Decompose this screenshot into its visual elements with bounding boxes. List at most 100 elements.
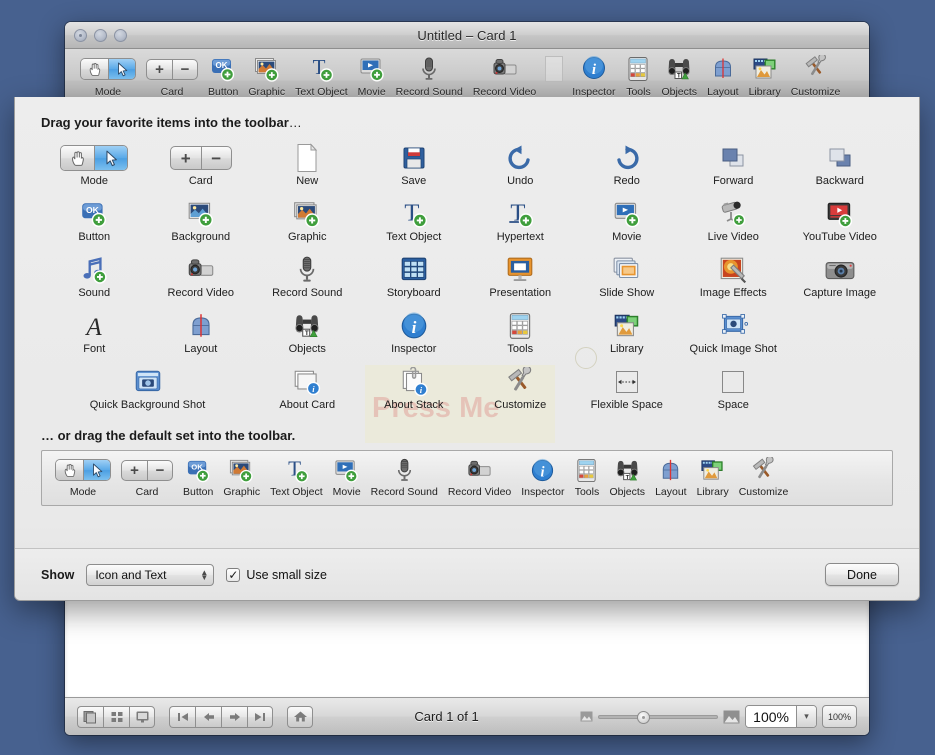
use-small-size-row[interactable]: ✓ Use small size — [226, 567, 327, 582]
palette-item-customize[interactable]: Customize — [467, 366, 574, 414]
palette-item-mode[interactable]: Mode — [41, 142, 148, 190]
toolbar-item-inspector[interactable]: i Inspector — [567, 53, 620, 98]
palette-item-presentation[interactable]: Presentation — [467, 254, 574, 302]
default-item-graphic[interactable]: Graphic — [218, 455, 265, 498]
zoom-slider[interactable] — [598, 710, 719, 724]
zoom-button[interactable] — [114, 29, 127, 42]
palette-item-card[interactable]: + − Card — [148, 142, 255, 190]
palette-item-record-video[interactable]: Record Video — [148, 254, 255, 302]
arrow-cursor-icon[interactable] — [108, 59, 135, 79]
palette-item-library[interactable]: Library — [574, 310, 681, 358]
minus-icon[interactable]: − — [172, 59, 197, 79]
first-card-button[interactable] — [169, 705, 195, 728]
palette-item-inspector[interactable]: i Inspector — [361, 310, 468, 358]
default-item-layout[interactable]: Layout — [650, 455, 692, 498]
hand-cursor-icon[interactable] — [61, 146, 95, 170]
palette-item-redo[interactable]: Redo — [574, 142, 681, 190]
minus-icon[interactable]: − — [147, 460, 172, 480]
minimize-button[interactable] — [94, 29, 107, 42]
palette-item-storyboard[interactable]: Storyboard — [361, 254, 468, 302]
default-item-text-object[interactable]: T Text Object — [265, 455, 328, 499]
toolbar-item-mode[interactable]: Mode — [75, 53, 141, 98]
palette-item-movie[interactable]: Movie — [574, 198, 681, 246]
zoom-reset-button[interactable]: 100% — [821, 705, 857, 728]
use-small-size-checkbox[interactable]: ✓ — [226, 567, 241, 582]
palette-item-record-sound[interactable]: Record Sound — [254, 254, 361, 302]
default-item-movie[interactable]: Movie — [328, 455, 366, 498]
default-item-card[interactable]: + − Card — [116, 455, 178, 498]
toolbar-item-text-object[interactable]: T Text Object — [290, 53, 353, 98]
default-item-customize[interactable]: Customize — [734, 455, 794, 498]
default-item-tools[interactable]: Tools — [569, 455, 604, 498]
palette-item-save[interactable]: Save — [361, 142, 468, 190]
default-item-record-video[interactable]: Record Video — [443, 455, 516, 498]
default-toolbar-set[interactable]: Mode + − Card OK Button Graphic T Text Ob… — [41, 450, 893, 506]
palette-item-capture-image[interactable]: Capture Image — [787, 254, 894, 302]
zoom-value[interactable]: 100% — [746, 706, 796, 727]
minus-icon[interactable]: − — [200, 147, 231, 169]
toolbar-item-card[interactable]: + − Card — [141, 53, 203, 98]
palette-item-new[interactable]: New — [254, 142, 361, 190]
default-item-library[interactable]: Library — [692, 455, 734, 498]
hand-cursor-icon[interactable] — [81, 59, 108, 79]
close-button[interactable] — [74, 29, 87, 42]
last-card-button[interactable] — [247, 705, 273, 728]
toolbar-item-button[interactable]: OK Button — [203, 53, 243, 98]
default-item-button[interactable]: OK Button — [178, 455, 218, 498]
palette-item-backward[interactable]: Backward — [787, 142, 894, 190]
screen-view-button[interactable] — [129, 705, 155, 728]
palette-item-button[interactable]: OK Button — [41, 198, 148, 246]
toolbar-item-customize[interactable]: Customize — [786, 53, 846, 98]
arrow-cursor-icon[interactable] — [83, 460, 110, 480]
next-card-button[interactable] — [221, 705, 247, 728]
toolbar-item-library[interactable]: Library — [744, 53, 786, 98]
toolbar-item-flexible-space[interactable] — [541, 53, 567, 86]
palette-item-about-card[interactable]: i About Card — [254, 366, 361, 414]
toolbar-item-objects[interactable]: T Objects — [656, 53, 702, 98]
default-item-record-sound[interactable]: Record Sound — [366, 455, 443, 498]
zoom-value-field[interactable]: 100% ▾ — [745, 705, 817, 728]
palette-item-undo[interactable]: Undo — [467, 142, 574, 190]
toolbar-item-movie[interactable]: Movie — [353, 53, 391, 98]
palette-item-youtube-video[interactable]: YouTube Video — [787, 198, 894, 246]
show-popup-button[interactable]: Icon and Text ▲ ▼ — [86, 563, 215, 586]
palette-item-quick-image-shot[interactable]: Quick Image Shot — [680, 310, 787, 358]
palette-item-graphic[interactable]: Graphic — [254, 198, 361, 246]
zoom-slider-knob[interactable] — [637, 710, 651, 724]
palette-item-quick-background-shot[interactable]: Quick Background Shot — [41, 366, 254, 414]
toolbar-item-graphic[interactable]: Graphic — [243, 53, 290, 98]
palette-item-sound[interactable]: Sound — [41, 254, 148, 302]
palette-item-about-stack[interactable]: i About Stack — [361, 366, 468, 414]
toolbar-item-layout[interactable]: Layout — [702, 53, 744, 98]
default-item-inspector[interactable]: i Inspector — [516, 455, 569, 498]
home-button[interactable] — [287, 705, 313, 728]
plus-icon[interactable]: + — [122, 461, 147, 480]
palette-item-font[interactable]: A Font — [41, 310, 148, 358]
stack-view-button[interactable] — [77, 705, 103, 728]
palette-item-forward[interactable]: Forward — [680, 142, 787, 190]
palette-item-flexible-space[interactable]: Flexible Space — [574, 366, 681, 414]
plus-icon[interactable]: + — [147, 60, 172, 79]
chevron-down-icon[interactable]: ▾ — [795, 706, 816, 727]
toolbar-item-tools[interactable]: Tools — [620, 53, 656, 98]
hand-cursor-icon[interactable] — [56, 460, 83, 480]
palette-item-objects[interactable]: T Objects — [254, 310, 361, 358]
palette-item-text-object[interactable]: T Text Object — [361, 198, 468, 246]
arrow-cursor-icon[interactable] — [94, 146, 128, 170]
palette-item-space[interactable]: Space — [680, 366, 787, 414]
palette-item-background[interactable]: Background — [148, 198, 255, 246]
palette-item-tools[interactable]: Tools — [467, 310, 574, 358]
previous-card-button[interactable] — [195, 705, 221, 728]
palette-item-hypertext[interactable]: T Hypertext — [467, 198, 574, 246]
grid-view-button[interactable] — [103, 705, 129, 728]
palette-item-image-effects[interactable]: Image Effects — [680, 254, 787, 302]
plus-icon[interactable]: + — [171, 147, 201, 169]
palette-item-layout[interactable]: Layout — [148, 310, 255, 358]
palette-item-slide-show[interactable]: Slide Show — [574, 254, 681, 302]
toolbar-item-record-sound[interactable]: Record Sound — [391, 53, 468, 98]
toolbar-item-record-video[interactable]: Record Video — [468, 53, 541, 98]
default-item-objects[interactable]: T Objects — [604, 455, 650, 498]
done-button[interactable]: Done — [825, 563, 899, 586]
default-item-mode[interactable]: Mode — [50, 455, 116, 498]
palette-item-live-video[interactable]: Live Video — [680, 198, 787, 246]
